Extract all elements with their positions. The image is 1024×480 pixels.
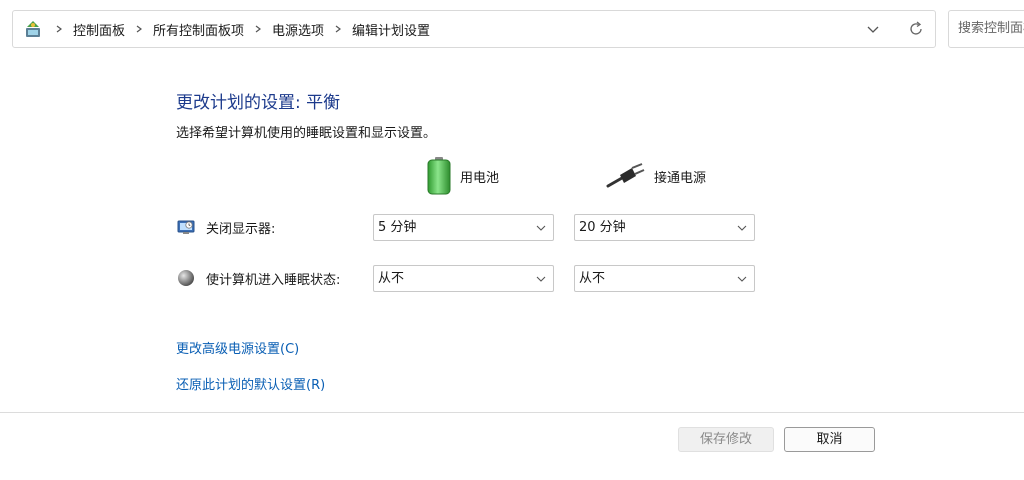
chevron-right-icon <box>136 25 143 33</box>
plugged-column-header: 接通电源 <box>606 162 706 190</box>
refresh-icon[interactable] <box>907 20 925 38</box>
battery-column-label: 用电池 <box>460 170 500 186</box>
chevron-right-icon <box>335 25 342 33</box>
sleep-label: 使计算机进入睡眠状态: <box>206 272 341 288</box>
advanced-power-settings-link[interactable]: 更改高级电源设置(C) <box>176 338 299 357</box>
display-battery-select[interactable]: 5 分钟 <box>373 214 554 241</box>
page-title: 更改计划的设置: 平衡 <box>176 93 341 113</box>
chevron-down-icon <box>737 276 747 282</box>
restore-defaults-link[interactable]: 还原此计划的默认设置(R) <box>176 374 325 393</box>
footer-divider <box>0 412 1024 413</box>
breadcrumb-item-control-panel[interactable]: 控制面板 <box>73 20 125 39</box>
sleep-plugged-value: 从不 <box>579 271 606 286</box>
plugged-column-label: 接通电源 <box>654 170 707 186</box>
display-plugged-select[interactable]: 20 分钟 <box>574 214 755 241</box>
save-changes-button[interactable]: 保存修改 <box>678 427 774 452</box>
breadcrumb-item-edit-plan[interactable]: 编辑计划设置 <box>352 20 430 39</box>
sleep-battery-select[interactable]: 从不 <box>373 265 554 292</box>
display-plugged-value: 20 分钟 <box>579 220 626 235</box>
control-panel-icon[interactable] <box>23 19 43 39</box>
search-input[interactable]: 搜索控制面板 <box>948 10 1024 48</box>
cancel-button[interactable]: 取消 <box>784 427 875 452</box>
page-description: 选择希望计算机使用的睡眠设置和显示设置。 <box>176 126 437 141</box>
chevron-right-icon <box>255 25 262 33</box>
chevron-down-icon <box>737 225 747 231</box>
sleep-plugged-select[interactable]: 从不 <box>574 265 755 292</box>
turn-off-display-label: 关闭显示器: <box>206 221 276 237</box>
turn-off-display-row: 关闭显示器: <box>176 217 275 237</box>
sleep-moon-icon <box>178 270 194 286</box>
sleep-row: 使计算机进入睡眠状态: <box>176 268 340 288</box>
monitor-icon <box>177 220 195 234</box>
address-bar[interactable]: 控制面板 所有控制面板项 电源选项 编辑计划设置 <box>12 10 936 48</box>
breadcrumb-item-power-options[interactable]: 电源选项 <box>272 20 324 39</box>
chevron-down-icon[interactable] <box>865 21 881 37</box>
battery-column-header: 用电池 <box>426 156 499 196</box>
chevron-down-icon <box>536 225 546 231</box>
chevron-down-icon <box>536 276 546 282</box>
chevron-right-icon <box>56 25 62 33</box>
display-battery-value: 5 分钟 <box>378 220 417 235</box>
power-plug-icon <box>606 163 645 188</box>
battery-icon <box>427 157 451 195</box>
sleep-battery-value: 从不 <box>378 271 405 286</box>
breadcrumb-item-all-items[interactable]: 所有控制面板项 <box>153 20 244 39</box>
breadcrumb: 控制面板 所有控制面板项 电源选项 编辑计划设置 <box>49 11 430 47</box>
